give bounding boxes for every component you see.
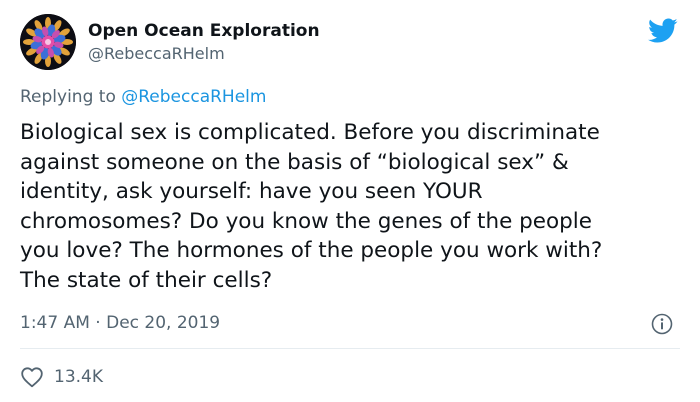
- like-button[interactable]: 13.4K: [20, 365, 103, 389]
- author-display-name[interactable]: Open Ocean Exploration: [88, 21, 320, 41]
- tweet-text: Biological sex is complicated. Before yo…: [20, 118, 690, 295]
- heart-icon: [21, 367, 43, 388]
- tweet-text-line: Biological sex is complicated. Before yo…: [20, 120, 600, 145]
- tweet-text-line: identity, ask yourself: have you seen YO…: [20, 179, 483, 204]
- twitter-bird-icon[interactable]: [648, 18, 678, 44]
- tweet-text-line: chromosomes? Do you know the genes of th…: [20, 208, 593, 234]
- tweet-timestamp[interactable]: 1:47 AM · Dec 20, 2019: [20, 313, 220, 333]
- replying-to: Replying to @RebeccaRHelm: [20, 87, 266, 107]
- tweet-card: Open Ocean Exploration @RebeccaRHelm Rep…: [0, 0, 700, 402]
- tweet-time: 1:47 AM: [20, 313, 90, 333]
- divider: [20, 348, 680, 349]
- tweet-text-line: The state of their cells?: [20, 267, 273, 293]
- jellyfish-avatar-icon: [20, 14, 76, 70]
- replying-to-label: Replying to: [20, 87, 116, 107]
- replying-to-mention-link[interactable]: @RebeccaRHelm: [121, 87, 266, 107]
- tweet-text-line: you love? The hormones of the people you…: [20, 238, 603, 263]
- timestamp-separator: ·: [89, 313, 107, 333]
- avatar[interactable]: [20, 14, 76, 70]
- tweet-date: Dec 20, 2019: [106, 313, 221, 333]
- like-count: 13.4K: [54, 367, 103, 387]
- info-icon[interactable]: [651, 313, 673, 335]
- tweet-text-line: against someone on the basis of “biologi…: [20, 149, 569, 175]
- author-handle[interactable]: @RebeccaRHelm: [88, 44, 225, 63]
